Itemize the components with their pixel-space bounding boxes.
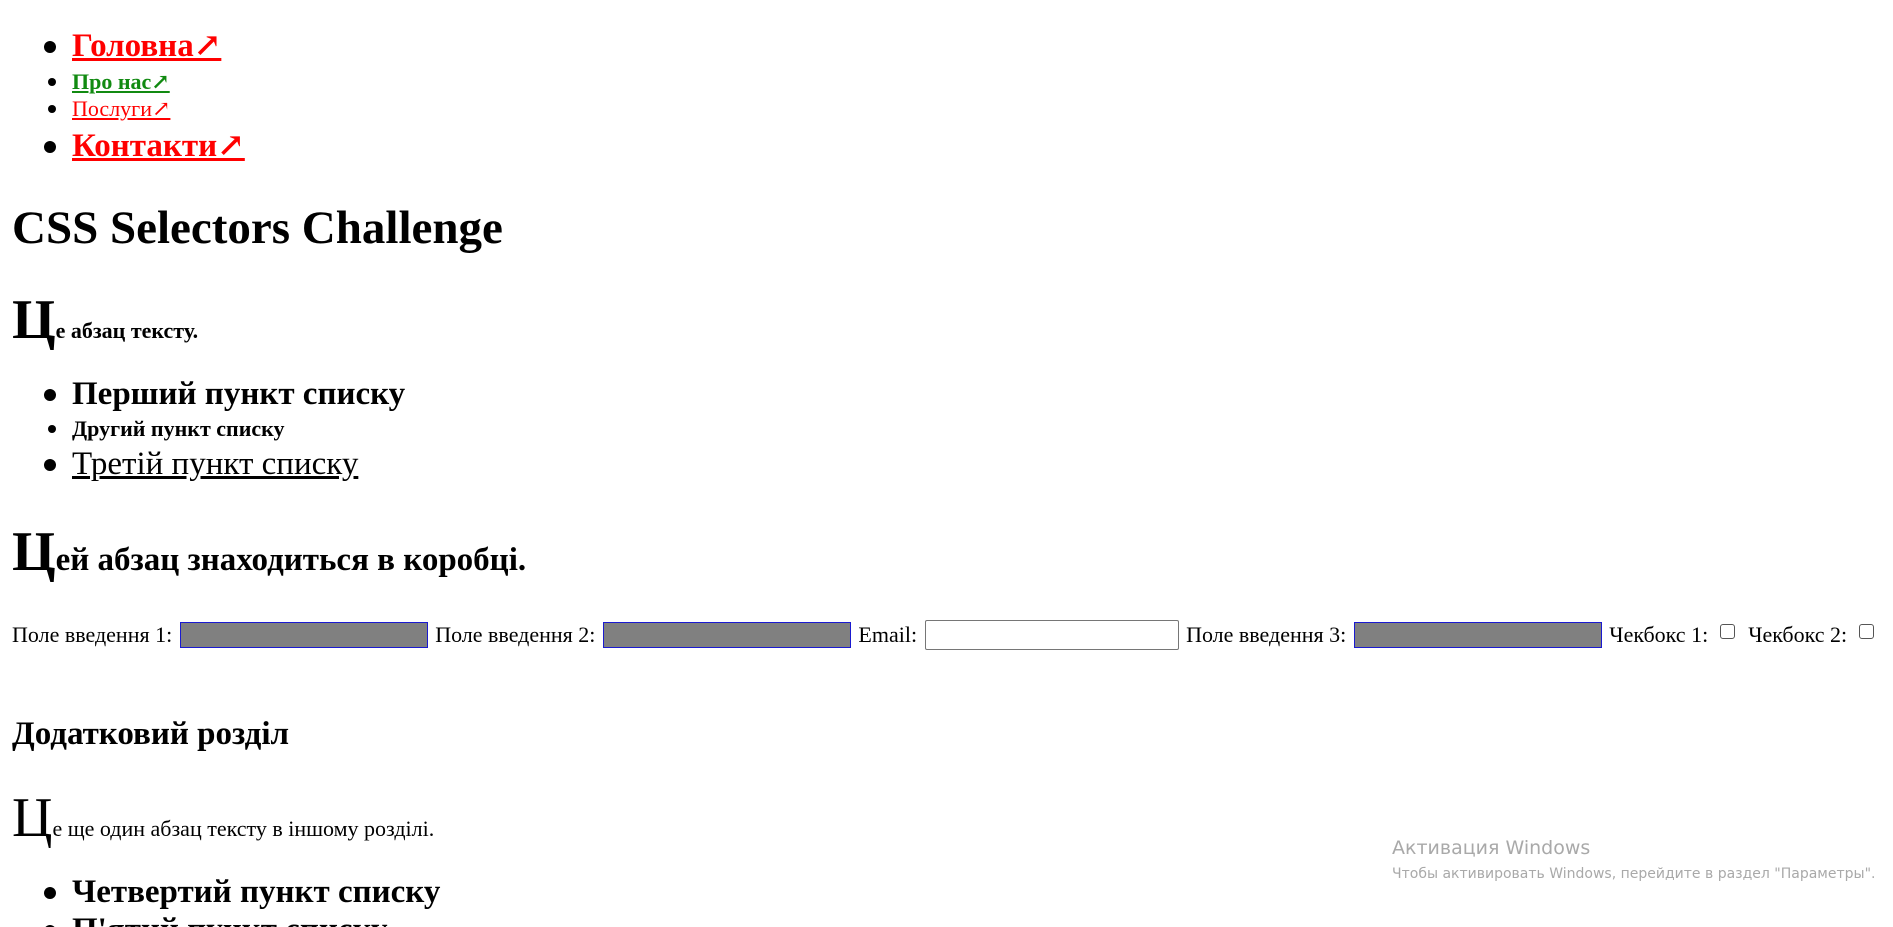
drop-cap: Ц	[12, 787, 53, 849]
list-item: Четвертий пункт списку	[43, 874, 441, 910]
activation-title: Активация Windows	[1392, 837, 1591, 859]
nav-link-contacts[interactable]: Контакти↗	[72, 128, 245, 164]
section-title: Додатковий розділ	[12, 716, 290, 752]
email-label: Email:	[858, 622, 918, 647]
input1-label: Поле введення 1:	[12, 622, 173, 647]
nav-link-services[interactable]: Послуги↗	[72, 96, 170, 121]
drop-cap: Ц	[12, 289, 56, 351]
checkbox1-label: Чекбокс 1:	[1609, 622, 1709, 647]
windows-activation-watermark: Активация Windows Чтобы активировать Win…	[1392, 836, 1875, 884]
boxed-paragraph: Цей абзац знаходиться в коробці.	[12, 524, 526, 580]
input-field-1[interactable]	[179, 621, 428, 648]
paragraph-text: е ще один абзац тексту в іншому розділі.	[52, 816, 435, 841]
checkbox-2[interactable]	[1858, 624, 1874, 640]
checkbox-1[interactable]	[1719, 624, 1735, 640]
list-item: П'ятий пункт списку	[44, 910, 388, 927]
input-form: Поле введення 1: Поле введення 2: Email:…	[12, 618, 1892, 654]
list-item: Третій пункт списку	[43, 446, 359, 482]
checkbox2-label: Чекбокс 2:	[1748, 622, 1848, 647]
paragraph-text: е абзац тексту.	[55, 318, 199, 343]
input3-label: Поле введення 3:	[1186, 622, 1347, 647]
nav-item-home: Головна↗	[43, 26, 221, 66]
nav-link-home[interactable]: Головна↗	[72, 28, 221, 64]
input2-label: Поле введення 2:	[435, 622, 596, 647]
paragraph-text: ей абзац знаходиться в коробці.	[55, 542, 527, 578]
list-item: Перший пункт списку	[43, 376, 406, 412]
paragraph-3: Це ще один абзац тексту в іншому розділі…	[12, 790, 434, 846]
list-item: Другий пункт списку	[48, 416, 285, 441]
nav-item-services: Послуги↗	[47, 95, 170, 123]
input-field-3[interactable]	[1353, 621, 1602, 648]
activation-subtitle: Чтобы активировать Windows, перейдите в …	[1392, 866, 1876, 882]
email-field[interactable]	[924, 619, 1179, 650]
nav-item-about: Про нас↗	[48, 68, 170, 96]
page-title: CSS Selectors Challenge	[12, 202, 503, 254]
nav-link-about[interactable]: Про нас↗	[72, 69, 170, 94]
nav-item-contacts: Контакти↗	[44, 126, 245, 166]
drop-cap: Ц	[12, 521, 56, 583]
paragraph-1: Це абзац тексту.	[12, 292, 198, 348]
input-field-2[interactable]	[602, 621, 851, 648]
